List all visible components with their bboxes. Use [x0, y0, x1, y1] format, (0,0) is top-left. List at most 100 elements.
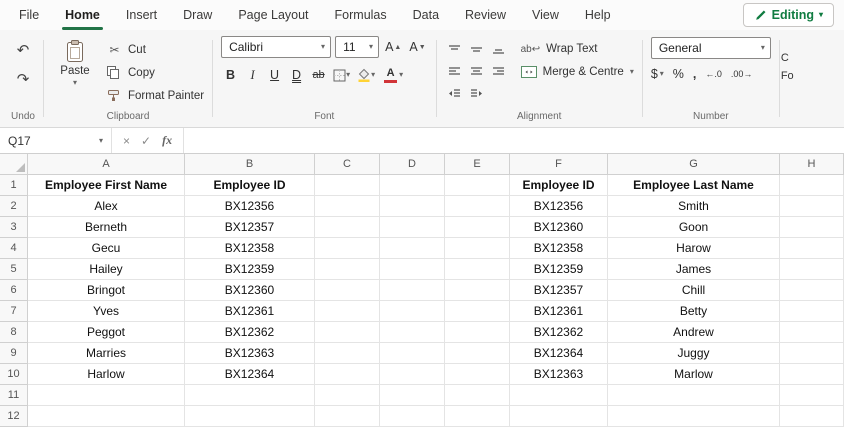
editing-mode-button[interactable]: Editing ▾ [742, 3, 834, 27]
cell-G11[interactable] [608, 385, 780, 406]
cell-A4[interactable]: Gecu [28, 238, 185, 259]
format-painter-button[interactable]: Format Painter [107, 87, 204, 104]
cell-H10[interactable] [780, 364, 844, 385]
cell-D11[interactable] [380, 385, 445, 406]
cell-F1[interactable]: Employee ID [510, 175, 608, 196]
fill-color-button[interactable]: ▾ [355, 65, 377, 85]
align-center-icon[interactable] [467, 62, 487, 80]
column-header-B[interactable]: B [185, 154, 315, 175]
cell-H6[interactable] [780, 280, 844, 301]
formula-input[interactable] [184, 128, 844, 153]
column-header-G[interactable]: G [608, 154, 780, 175]
cell-C9[interactable] [315, 343, 380, 364]
cell-F12[interactable] [510, 406, 608, 427]
cell-C3[interactable] [315, 217, 380, 238]
cell-H8[interactable] [780, 322, 844, 343]
undo-icon[interactable]: ↶ [11, 38, 35, 62]
cell-F4[interactable]: BX12358 [510, 238, 608, 259]
number-format-select[interactable]: General ▾ [650, 37, 771, 59]
bold-button[interactable]: B [221, 65, 240, 85]
column-header-E[interactable]: E [445, 154, 510, 175]
cell-F9[interactable]: BX12364 [510, 343, 608, 364]
cell-G2[interactable]: Smith [608, 196, 780, 217]
percent-style-button[interactable]: % [673, 67, 684, 81]
tab-formulas[interactable]: Formulas [322, 0, 400, 30]
cell-A1[interactable]: Employee First Name [28, 175, 185, 196]
cell-B2[interactable]: BX12356 [185, 196, 315, 217]
cell-B6[interactable]: BX12360 [185, 280, 315, 301]
cell-G3[interactable]: Goon [608, 217, 780, 238]
cell-C8[interactable] [315, 322, 380, 343]
cell-B1[interactable]: Employee ID [185, 175, 315, 196]
align-left-icon[interactable] [445, 62, 465, 80]
cell-H11[interactable] [780, 385, 844, 406]
cancel-icon[interactable]: × [123, 134, 130, 148]
conditional-formatting-button-clipped[interactable]: C Fo [781, 34, 803, 127]
cell-G9[interactable]: Juggy [608, 343, 780, 364]
cell-F7[interactable]: BX12361 [510, 301, 608, 322]
cell-A8[interactable]: Peggot [28, 322, 185, 343]
cell-H9[interactable] [780, 343, 844, 364]
cell-D8[interactable] [380, 322, 445, 343]
cell-A5[interactable]: Hailey [28, 259, 185, 280]
align-top-icon[interactable] [445, 40, 465, 58]
column-header-D[interactable]: D [380, 154, 445, 175]
cell-G6[interactable]: Chill [608, 280, 780, 301]
tab-review[interactable]: Review [452, 0, 519, 30]
cell-C5[interactable] [315, 259, 380, 280]
cell-G12[interactable] [608, 406, 780, 427]
cell-H5[interactable] [780, 259, 844, 280]
row-header-9[interactable]: 9 [0, 343, 28, 364]
row-header-3[interactable]: 3 [0, 217, 28, 238]
cell-A12[interactable] [28, 406, 185, 427]
cell-G8[interactable]: Andrew [608, 322, 780, 343]
cell-A10[interactable]: Harlow [28, 364, 185, 385]
cell-D9[interactable] [380, 343, 445, 364]
row-header-12[interactable]: 12 [0, 406, 28, 427]
cell-H1[interactable] [780, 175, 844, 196]
enter-icon[interactable]: ✓ [141, 134, 151, 148]
cell-C10[interactable] [315, 364, 380, 385]
cell-E8[interactable] [445, 322, 510, 343]
row-header-10[interactable]: 10 [0, 364, 28, 385]
cell-D4[interactable] [380, 238, 445, 259]
cell-B8[interactable]: BX12362 [185, 322, 315, 343]
cell-B10[interactable]: BX12364 [185, 364, 315, 385]
cell-G5[interactable]: James [608, 259, 780, 280]
underline-button[interactable]: U [265, 65, 284, 85]
align-middle-icon[interactable] [467, 40, 487, 58]
cell-F2[interactable]: BX12356 [510, 196, 608, 217]
cell-H12[interactable] [780, 406, 844, 427]
cell-F6[interactable]: BX12357 [510, 280, 608, 301]
tab-data[interactable]: Data [400, 0, 452, 30]
cell-C11[interactable] [315, 385, 380, 406]
cell-C6[interactable] [315, 280, 380, 301]
cell-A7[interactable]: Yves [28, 301, 185, 322]
tab-page-layout[interactable]: Page Layout [225, 0, 321, 30]
font-family-select[interactable]: Calibri ▾ [221, 36, 332, 58]
insert-function-icon[interactable]: fx [162, 133, 172, 148]
font-size-select[interactable]: 11 ▾ [335, 36, 380, 58]
cell-D7[interactable] [380, 301, 445, 322]
tab-file[interactable]: File [6, 0, 52, 30]
tab-home[interactable]: Home [52, 0, 113, 30]
increase-decimal-button[interactable]: ←.0 [705, 69, 722, 79]
font-color-button[interactable]: A ▾ [380, 65, 405, 85]
increase-indent-icon[interactable] [467, 84, 487, 102]
cell-F8[interactable]: BX12362 [510, 322, 608, 343]
row-header-4[interactable]: 4 [0, 238, 28, 259]
cell-B4[interactable]: BX12358 [185, 238, 315, 259]
cell-H2[interactable] [780, 196, 844, 217]
cell-A3[interactable]: Berneth [28, 217, 185, 238]
copy-button[interactable]: Copy [107, 64, 204, 81]
cell-B9[interactable]: BX12363 [185, 343, 315, 364]
merge-centre-button[interactable]: Merge & Centre ▾ [520, 66, 634, 78]
cell-G4[interactable]: Harow [608, 238, 780, 259]
redo-icon[interactable]: ↷ [11, 67, 35, 91]
align-bottom-icon[interactable] [489, 40, 509, 58]
cell-A6[interactable]: Bringot [28, 280, 185, 301]
cell-H3[interactable] [780, 217, 844, 238]
cell-E7[interactable] [445, 301, 510, 322]
tab-view[interactable]: View [519, 0, 572, 30]
paste-button[interactable]: Paste ▾ [52, 36, 98, 111]
